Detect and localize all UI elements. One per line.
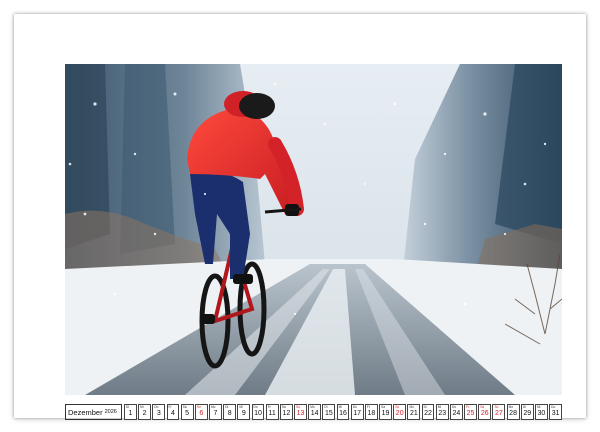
day-cell: Di 8 [223,404,237,420]
day-number: 13 [296,410,305,417]
day-cell: Fr 18 [364,404,378,420]
day-cell: Fr 4 [166,404,180,420]
day-number: 30 [537,410,546,417]
day-number: 20 [395,410,404,417]
day-cell: So 6 [194,404,208,420]
day-cell: Do 31 [549,404,563,420]
day-cell: Mo 7 [209,404,222,420]
month-year: 2026 [104,409,117,415]
day-cell: Fr 11 [265,404,279,420]
day-cell: Mi 30 [534,404,548,420]
day-number: 23 [438,410,447,417]
day-number: 29 [523,410,532,417]
day-cell: So 13 [294,404,307,420]
calendar-sheet: Dezember 2026 Di 1 Mi 2 Do 3 Fr 4 Sa 5 So 6 Mo 7 Di 8 Mi… [14,14,586,420]
calendar-strip: Dezember 2026 Di 1 Mi 2 Do 3 Fr 4 Sa 5 So 6 Mo 7 Di 8 Mi… [65,404,563,420]
day-number: 3 [156,410,161,417]
month-name: Dezember [68,407,103,417]
day-number: 10 [254,410,262,417]
day-cell: Sa 5 [180,404,194,420]
day-number: 25 [466,410,475,417]
day-cell: Di 1 [124,404,137,420]
day-number: 24 [452,410,461,417]
day-number: 6 [199,410,204,417]
day-cell: Do 10 [251,404,265,420]
day-cell: So 27 [492,404,506,420]
day-number: 21 [409,410,418,417]
day-cell: Di 15 [322,404,336,420]
day-cell: Do 17 [350,404,364,420]
day-number: 11 [268,410,276,417]
day-cell: Do 3 [152,404,166,420]
day-number: 28 [509,410,517,417]
day-cell: Mo 28 [506,404,520,420]
day-cell: Sa 26 [478,404,492,420]
day-number: 8 [227,410,232,417]
day-number: 5 [185,410,190,417]
day-number: 18 [367,410,376,417]
day-cell: Mo 21 [407,404,421,420]
month-label-box: Dezember 2026 [65,404,122,420]
day-number: 7 [213,410,218,417]
day-number: 15 [324,410,333,417]
day-number: 19 [381,410,390,417]
day-number: 22 [424,410,432,417]
day-number: 14 [310,410,319,417]
day-number: 12 [282,410,291,417]
day-number: 31 [551,410,560,417]
day-number: 2 [142,410,147,417]
day-number: 17 [353,410,362,417]
day-cell: Mi 9 [237,404,251,420]
day-cell: Sa 12 [279,404,293,420]
day-number: 4 [171,410,175,417]
day-cells: Di 1 Mi 2 Do 3 Fr 4 Sa 5 So 6 Mo 7 Di 8 Mi 9 Do 10 Fr 11 Sa 12 S… [124,404,563,420]
day-cell: Mi 16 [336,404,350,420]
day-number: 27 [495,410,503,417]
day-cell: Mi 23 [435,404,449,420]
day-cell: Di 22 [421,404,435,420]
day-cell: Do 24 [449,404,463,420]
day-number: 26 [480,410,489,417]
winter-cyclist-photo [65,64,562,395]
day-cell: Fr 25 [464,404,477,420]
day-number: 16 [339,410,347,417]
day-cell: Di 29 [520,404,534,420]
day-number: 9 [241,410,246,417]
day-cell: So 20 [393,404,407,420]
day-cell: Mi 2 [138,404,152,420]
day-number: 1 [128,410,133,417]
day-cell: Sa 19 [379,404,392,420]
day-cell: Mo 14 [308,404,322,420]
